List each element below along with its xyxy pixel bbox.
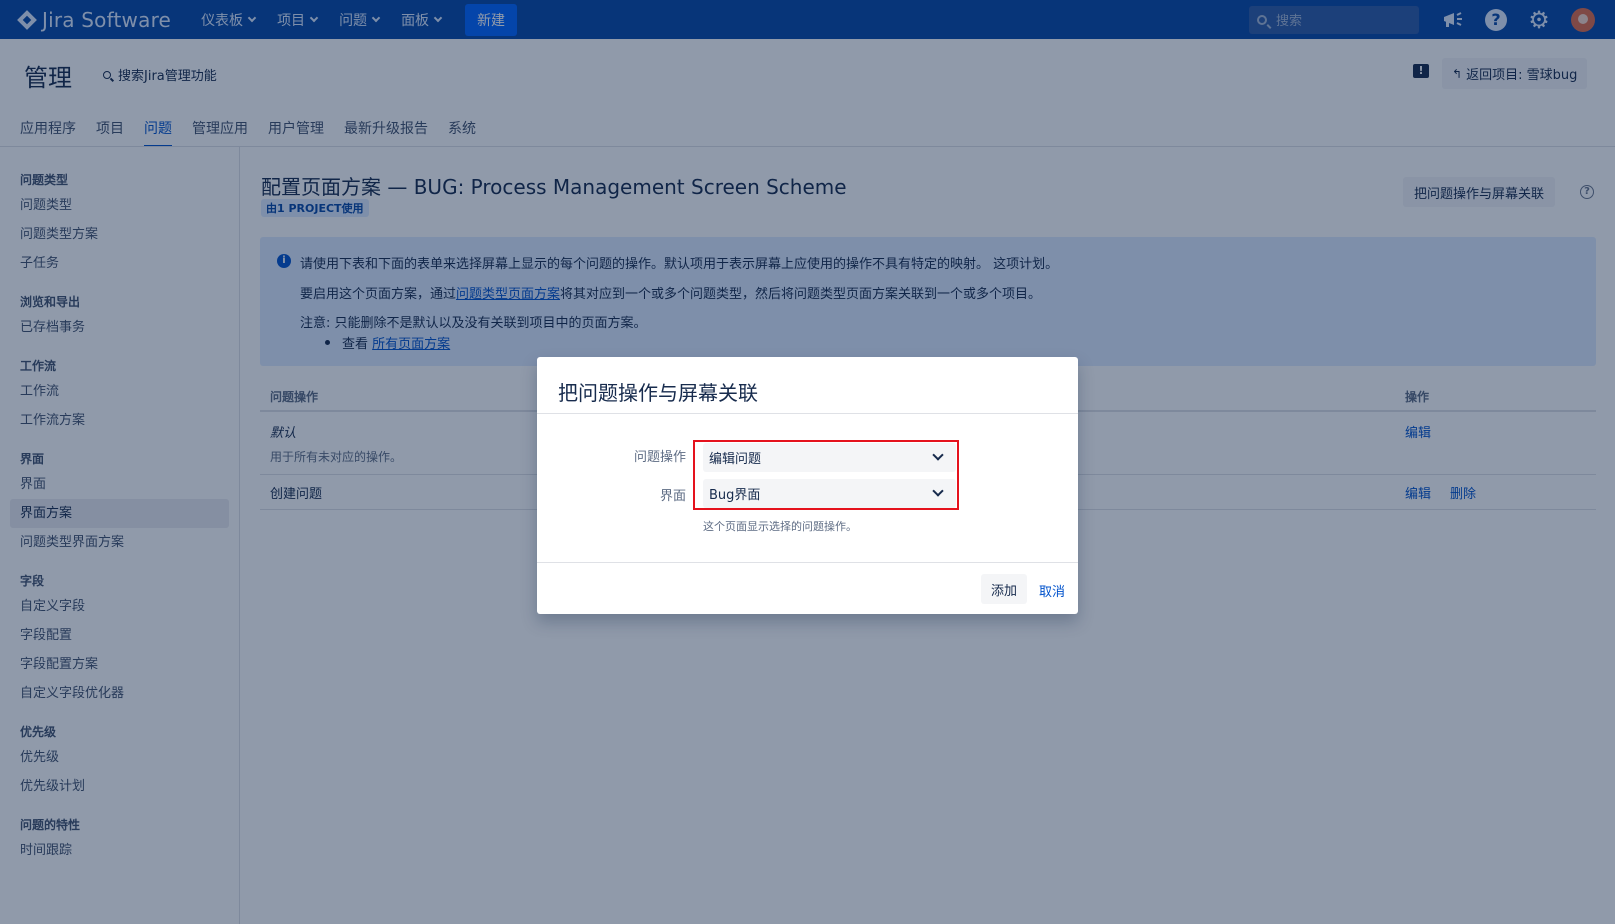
dialog-title: 把问题操作与屏幕关联 <box>558 381 758 405</box>
dialog-footer-divider <box>537 562 1078 563</box>
screen-label: 界面 <box>659 489 686 504</box>
screen-field-description: 这个页面显示选择的问题操作。 <box>703 520 857 533</box>
cancel-link[interactable]: 取消 <box>1039 581 1065 600</box>
issue-operation-label: 问题操作 <box>633 450 686 465</box>
add-button[interactable]: 添加 <box>981 574 1028 604</box>
dialog-header-divider <box>537 413 1078 414</box>
highlight-annotation-box <box>693 440 959 510</box>
associate-operation-dialog: 把问题操作与屏幕关联 问题操作 编辑问题 界面 Bug界面 这个页面显示选择的问… <box>537 357 1078 614</box>
